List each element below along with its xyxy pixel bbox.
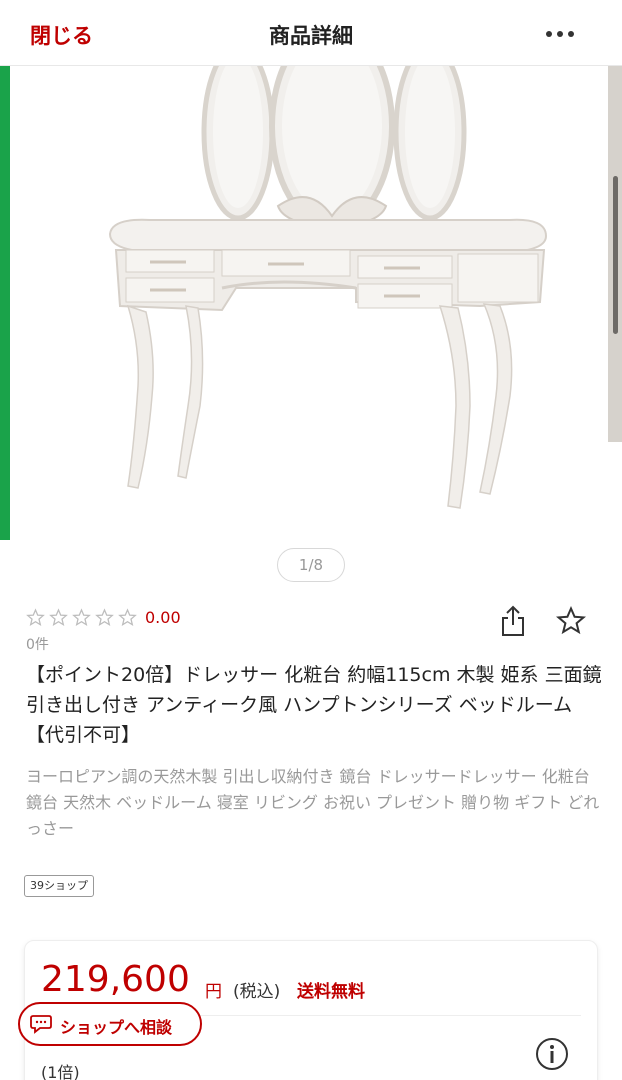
side-accent-bar bbox=[0, 66, 10, 540]
product-image-gallery[interactable] bbox=[10, 66, 608, 540]
scrollbar-thumb[interactable] bbox=[613, 176, 618, 334]
review-count-link[interactable]: 0件 bbox=[26, 634, 49, 654]
page-title: 商品詳細 bbox=[269, 24, 353, 48]
empty-star-icon bbox=[49, 607, 68, 626]
close-button[interactable]: 閉じる bbox=[30, 20, 93, 50]
free-shipping-label: 送料無料 bbox=[297, 982, 365, 1002]
shop-consult-label: ショップへ相談 bbox=[60, 1018, 173, 1037]
image-page-indicator: 1/8 bbox=[277, 548, 345, 582]
product-title: 【ポイント20倍】ドレッサー 化粧台 約幅115cm 木製 姫系 三面鏡 引き出… bbox=[26, 664, 602, 746]
rating-value: 0.00 bbox=[145, 607, 181, 627]
info-icon[interactable] bbox=[535, 1037, 569, 1071]
points-multiplier: (1倍) bbox=[41, 1063, 80, 1080]
empty-star-icon bbox=[95, 607, 114, 626]
price-currency: 円 bbox=[205, 982, 222, 1002]
shop-consult-button[interactable]: ショップへ相談 bbox=[18, 1002, 202, 1046]
price-amount: 219,600 bbox=[41, 959, 190, 1000]
rating-stars: 0.00 bbox=[26, 604, 181, 630]
empty-star-icon bbox=[72, 607, 91, 626]
price-tax-label: (税込) bbox=[233, 982, 281, 1002]
favorite-star-icon[interactable] bbox=[555, 605, 587, 636]
share-icon[interactable] bbox=[499, 604, 527, 638]
product-image-dresser bbox=[10, 66, 608, 540]
app-header: 閉じる 商品詳細 bbox=[0, 0, 622, 66]
empty-star-icon bbox=[118, 607, 137, 626]
product-catch-copy: ヨーロピアン調の天然木製 引出し収納付き 鏡台 ドレッサードレッサー 化粧台 鏡… bbox=[26, 767, 600, 838]
chat-icon bbox=[30, 1015, 52, 1034]
scrollbar-track[interactable] bbox=[608, 66, 622, 442]
empty-star-icon bbox=[26, 607, 45, 626]
shop-tag-badge: 39ショップ bbox=[24, 875, 94, 897]
more-options-icon[interactable] bbox=[542, 20, 578, 46]
